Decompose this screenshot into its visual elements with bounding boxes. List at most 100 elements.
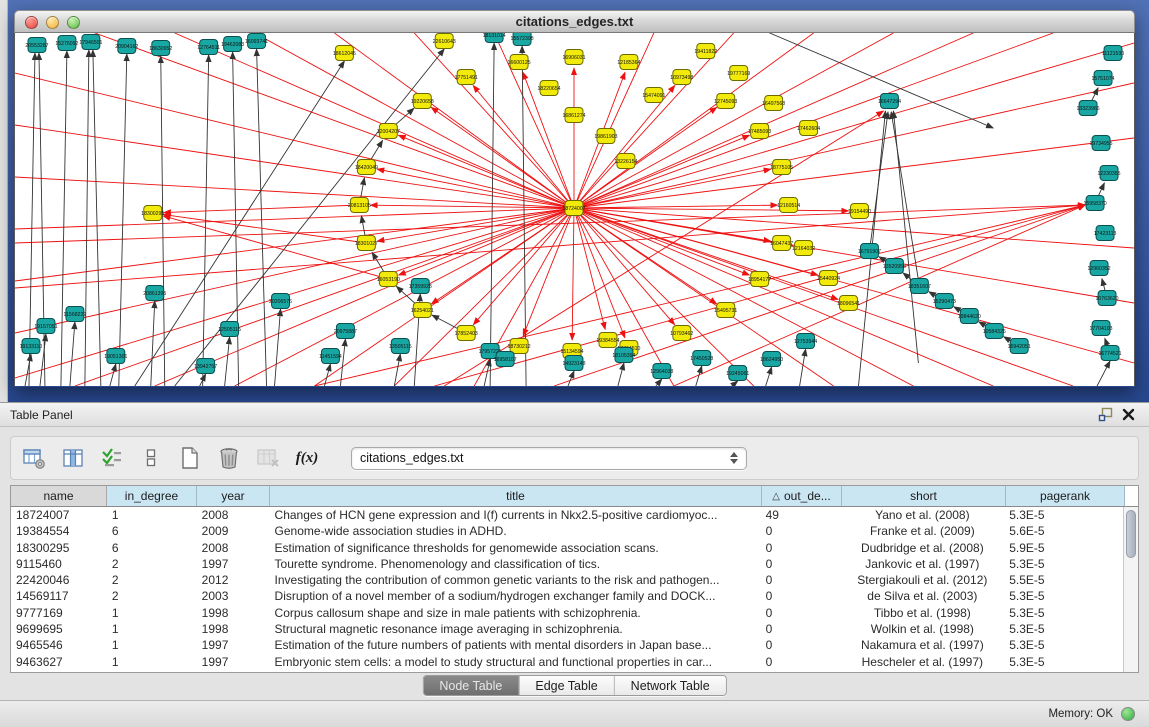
graph-edge[interactable] bbox=[800, 349, 806, 386]
table-cell[interactable]: 1997 bbox=[197, 637, 270, 653]
table-cell[interactable]: 1998 bbox=[197, 605, 270, 621]
column-header-title[interactable]: title bbox=[270, 486, 762, 506]
graph-edge[interactable] bbox=[574, 205, 778, 208]
graph-edge[interactable] bbox=[15, 125, 574, 208]
graph-edge[interactable] bbox=[151, 301, 155, 386]
table-cell[interactable]: 2003 bbox=[197, 588, 270, 604]
table-cell[interactable]: 19384554 bbox=[11, 523, 107, 539]
table-cell[interactable]: 0 bbox=[761, 523, 841, 539]
graph-edge[interactable] bbox=[257, 49, 267, 386]
graph-edge[interactable] bbox=[15, 73, 574, 208]
table-cell[interactable]: 5.3E-5 bbox=[1004, 588, 1123, 604]
vertical-scrollbar[interactable] bbox=[1123, 507, 1138, 672]
graph-edge[interactable] bbox=[175, 49, 445, 386]
table-cell[interactable]: Investigating the contribution of common… bbox=[270, 572, 761, 588]
graph-edge[interactable] bbox=[574, 169, 771, 208]
table-cell[interactable]: 1998 bbox=[197, 621, 270, 637]
graph-edge[interactable] bbox=[523, 208, 574, 336]
graph-edge[interactable] bbox=[85, 50, 89, 386]
window-titlebar[interactable]: citations_edges.txt bbox=[14, 10, 1135, 33]
table-cell[interactable]: 5.9E-5 bbox=[1004, 540, 1123, 556]
graph-edge[interactable] bbox=[618, 363, 624, 386]
table-cell[interactable]: Dudbridge et al. (2008) bbox=[840, 540, 1004, 556]
table-cell[interactable]: de Silva et al. (2003) bbox=[840, 588, 1004, 604]
graph-edge[interactable] bbox=[554, 205, 1085, 386]
graph-edge[interactable] bbox=[334, 33, 574, 208]
table-cell[interactable]: 1 bbox=[107, 605, 197, 621]
table-cell[interactable]: 1997 bbox=[197, 654, 270, 670]
graph-edge[interactable] bbox=[93, 50, 101, 386]
float-panel-icon[interactable] bbox=[1095, 406, 1117, 424]
table-cell[interactable]: 14569117 bbox=[11, 588, 107, 604]
function-builder-icon[interactable]: f(x) bbox=[294, 445, 320, 471]
table-cell[interactable]: Embryonic stem cells: a model to study s… bbox=[270, 654, 761, 670]
graph-edge[interactable] bbox=[732, 381, 738, 386]
row-options-icon[interactable] bbox=[138, 445, 164, 471]
table-row[interactable]: 977716911998Corpus callosum shape and si… bbox=[11, 605, 1123, 621]
table-cell[interactable]: 0 bbox=[761, 572, 841, 588]
table-row[interactable]: 946554611997Estimation of the future num… bbox=[11, 637, 1123, 653]
table-cell[interactable]: Estimation of significance thresholds fo… bbox=[270, 540, 761, 556]
table-cell[interactable]: 1997 bbox=[197, 556, 270, 572]
table-cell[interactable]: 2012 bbox=[197, 572, 270, 588]
graph-edge[interactable] bbox=[275, 309, 281, 386]
graph-edge[interactable] bbox=[161, 56, 165, 386]
column-header-year[interactable]: year bbox=[197, 486, 270, 506]
graph-edge[interactable] bbox=[490, 43, 494, 386]
graph-edge[interactable] bbox=[15, 177, 574, 208]
table-cell[interactable]: 1 bbox=[107, 637, 197, 653]
graph-edge[interactable] bbox=[574, 33, 734, 208]
table-cell[interactable]: Franke et al. (2009) bbox=[840, 523, 1004, 539]
graph-edge[interactable] bbox=[119, 54, 127, 386]
table-cell[interactable]: 0 bbox=[761, 540, 841, 556]
table-cell[interactable]: 5.3E-5 bbox=[1004, 556, 1123, 572]
table-cell[interactable]: 9699695 bbox=[11, 621, 107, 637]
table-cell[interactable]: 0 bbox=[761, 588, 841, 604]
table-cell[interactable]: 9465546 bbox=[11, 637, 107, 653]
graph-edge[interactable] bbox=[770, 33, 994, 128]
table-cell[interactable]: Changes of HCN gene expression and I(f) … bbox=[270, 507, 761, 523]
tab-node-table[interactable]: Node Table bbox=[423, 676, 518, 695]
table-cell[interactable]: Disruption of a novel member of a sodium… bbox=[270, 588, 761, 604]
graph-edge[interactable] bbox=[572, 208, 574, 340]
table-cell[interactable]: Yano et al. (2008) bbox=[840, 507, 1004, 523]
graph-edge[interactable] bbox=[574, 208, 849, 211]
table-cell[interactable]: Stergiakouli et al. (2012) bbox=[840, 572, 1004, 588]
table-cell[interactable]: 2008 bbox=[197, 540, 270, 556]
close-panel-icon[interactable] bbox=[1117, 406, 1139, 424]
graph-edge[interactable] bbox=[394, 208, 574, 386]
column-header-in_degree[interactable]: in_degree bbox=[107, 486, 197, 506]
graph-edge[interactable] bbox=[568, 371, 574, 386]
graph-edge[interactable] bbox=[39, 53, 45, 386]
table-cell[interactable]: Tourette syndrome. Phenomenology and cla… bbox=[270, 556, 761, 572]
table-cell[interactable]: Hescheler et al. (1997) bbox=[840, 654, 1004, 670]
table-cell[interactable]: 5.3E-5 bbox=[1004, 605, 1123, 621]
table-settings-icon[interactable] bbox=[21, 445, 47, 471]
graph-edge[interactable] bbox=[656, 379, 662, 386]
table-cell[interactable]: 6 bbox=[107, 540, 197, 556]
graph-edge[interactable] bbox=[574, 33, 814, 208]
tab-edge-table[interactable]: Edge Table bbox=[518, 676, 613, 695]
table-cell[interactable]: 22420046 bbox=[11, 572, 107, 588]
table-row[interactable]: 911546021997Tourette syndrome. Phenomeno… bbox=[11, 556, 1123, 572]
table-row[interactable]: 1456911722003Disruption of a novel membe… bbox=[11, 588, 1123, 604]
table-row[interactable]: 1830029562008Estimation of significance … bbox=[11, 540, 1123, 556]
scrollbar-thumb[interactable] bbox=[1126, 510, 1136, 558]
delete-table-icon[interactable] bbox=[255, 445, 281, 471]
graph-edge[interactable] bbox=[25, 354, 31, 386]
table-cell[interactable]: 5.3E-5 bbox=[1004, 621, 1123, 637]
table-cell[interactable]: 9777169 bbox=[11, 605, 107, 621]
minimize-window-button[interactable] bbox=[46, 16, 59, 29]
graph-edge[interactable] bbox=[61, 51, 67, 386]
table-cell[interactable]: 5.6E-5 bbox=[1004, 523, 1123, 539]
column-header-pagerank[interactable]: pagerank bbox=[1006, 486, 1125, 506]
graph-edge[interactable] bbox=[70, 322, 75, 386]
table-cell[interactable]: Tibbo et al. (1998) bbox=[840, 605, 1004, 621]
table-cell[interactable]: Corpus callosum shape and size in male p… bbox=[270, 605, 761, 621]
graph-edge[interactable] bbox=[574, 33, 654, 208]
table-cell[interactable]: 0 bbox=[761, 605, 841, 621]
table-cell[interactable]: 0 bbox=[761, 654, 841, 670]
column-header-short[interactable]: short bbox=[842, 486, 1006, 506]
table-cell[interactable]: 1 bbox=[107, 507, 197, 523]
table-cell[interactable]: 2 bbox=[107, 572, 197, 588]
